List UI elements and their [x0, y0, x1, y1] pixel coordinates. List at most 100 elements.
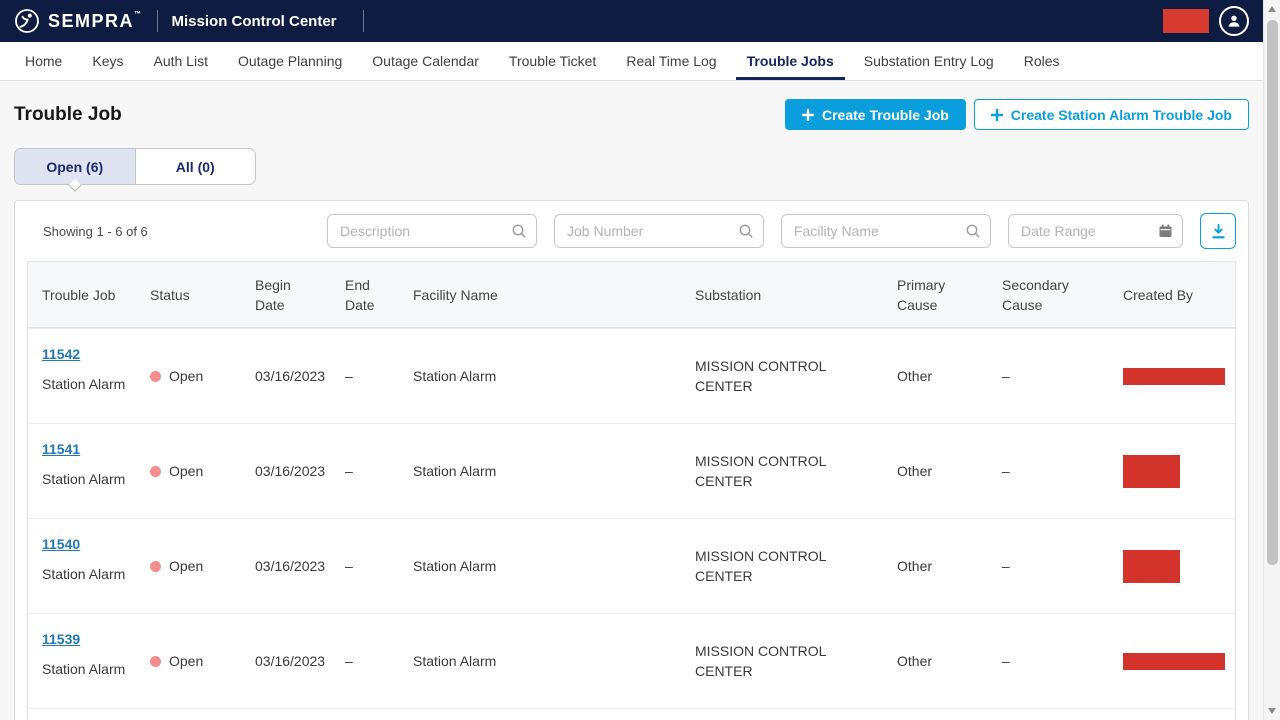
nav-item-outage-calendar[interactable]: Outage Calendar	[357, 42, 494, 80]
primary-cause-cell: Other	[883, 329, 988, 423]
page-title: Trouble Job	[14, 104, 122, 126]
status-open-dot	[150, 466, 161, 477]
secondary-cause-cell: –	[988, 614, 1109, 708]
primary-cause-cell: Other	[883, 519, 988, 613]
description-filter-input[interactable]	[327, 214, 537, 248]
create-station-alarm-trouble-job-button[interactable]: Create Station Alarm Trouble Job	[974, 99, 1249, 130]
trouble-job-description: Station Alarm	[42, 469, 125, 489]
status-label: Open	[169, 556, 203, 576]
trademark: ™	[134, 11, 143, 18]
user-icon	[1226, 13, 1242, 29]
status-open-dot	[150, 371, 161, 382]
begin-date-cell: 03/16/2023	[241, 614, 331, 708]
secondary-cause-cell: –	[988, 519, 1109, 613]
plus-icon	[991, 109, 1003, 121]
user-name-redacted	[1163, 9, 1209, 33]
sempra-logo: SEMPRA™	[14, 8, 143, 34]
table-row: 11540 Station Alarm Open 03/16/2023 – St…	[28, 518, 1235, 613]
trouble-job-link[interactable]: 11541	[42, 439, 80, 459]
results-count: Showing 1 - 6 of 6	[27, 224, 148, 239]
trouble-job-card: Showing 1 - 6 of 6	[14, 200, 1249, 720]
secondary-cause-cell: –	[988, 424, 1109, 518]
status-label: Open	[169, 366, 203, 386]
job-number-filter-input[interactable]	[554, 214, 764, 248]
page-scrollbar[interactable]	[1263, 0, 1280, 720]
nav-item-roles[interactable]: Roles	[1009, 42, 1075, 80]
scrollbar-down-arrow-icon[interactable]	[1268, 708, 1276, 714]
table-row: 11538 Station Alarm Open 03/16/2023 – St…	[28, 708, 1235, 720]
col-facility-name: Facility Name	[399, 262, 681, 327]
col-primary-cause: Primary Cause	[883, 262, 988, 327]
table-row: 11541 Station Alarm Open 03/16/2023 – St…	[28, 423, 1235, 518]
status-open-dot	[150, 656, 161, 667]
facility-name-filter-input[interactable]	[781, 214, 991, 248]
download-icon	[1210, 223, 1227, 240]
trouble-job-link[interactable]: 11542	[42, 344, 80, 364]
col-status: Status	[136, 262, 241, 327]
tab-all[interactable]: All (0)	[135, 149, 256, 184]
sempra-logo-icon	[14, 8, 40, 34]
view-tabs: Open (6) All (0)	[14, 148, 256, 185]
header-divider	[157, 10, 158, 32]
begin-date-cell: 03/16/2023	[241, 424, 331, 518]
nav-item-home[interactable]: Home	[10, 42, 77, 80]
begin-date-cell: 03/16/2023	[241, 519, 331, 613]
filter-toolbar: Showing 1 - 6 of 6	[27, 213, 1236, 249]
substation-cell: MISSION CONTROL CENTER	[681, 424, 883, 518]
header-divider	[363, 10, 364, 32]
nav-item-keys[interactable]: Keys	[77, 42, 138, 80]
trouble-job-description: Station Alarm	[42, 564, 125, 584]
status-label: Open	[169, 461, 203, 481]
page-content: Trouble Job Create Trouble Job Create St…	[0, 99, 1263, 720]
nav-item-outage-planning[interactable]: Outage Planning	[223, 42, 357, 80]
end-date-cell: –	[331, 614, 399, 708]
trouble-job-link[interactable]: 11539	[42, 629, 80, 649]
nav-item-trouble-ticket[interactable]: Trouble Ticket	[494, 42, 611, 80]
end-date-cell: –	[331, 329, 399, 423]
facility-name-cell: Station Alarm	[399, 329, 681, 423]
create-trouble-job-label: Create Trouble Job	[822, 107, 949, 123]
table-row: 11542 Station Alarm Open 03/16/2023 – St…	[28, 328, 1235, 423]
create-trouble-job-button[interactable]: Create Trouble Job	[785, 99, 966, 130]
search-icon	[965, 223, 981, 239]
trouble-job-link[interactable]: 11540	[42, 534, 80, 554]
primary-cause-cell: Other	[883, 424, 988, 518]
facility-name-cell: Station Alarm	[399, 519, 681, 613]
created-by-redacted	[1123, 550, 1180, 583]
begin-date-cell: 03/16/2023	[241, 329, 331, 423]
app-header: SEMPRA™ Mission Control Center	[0, 0, 1263, 42]
nav-item-real-time-log[interactable]: Real Time Log	[611, 42, 731, 80]
col-substation: Substation	[681, 262, 883, 327]
scrollbar-thumb[interactable]	[1267, 20, 1278, 565]
col-created-by: Created By	[1109, 262, 1238, 327]
search-icon	[511, 223, 527, 239]
search-icon	[738, 223, 754, 239]
nav-item-substation-entry-log[interactable]: Substation Entry Log	[849, 42, 1009, 80]
scrollbar-up-arrow-icon[interactable]	[1268, 6, 1276, 12]
trouble-jobs-table: Trouble Job Status Begin Date End Date F…	[27, 261, 1236, 720]
col-begin-date: Begin Date	[241, 262, 331, 327]
nav-item-trouble-jobs[interactable]: Trouble Jobs	[732, 42, 849, 80]
secondary-cause-cell: –	[988, 329, 1109, 423]
end-date-cell: –	[331, 709, 399, 720]
facility-name-cell: Station Alarm	[399, 709, 681, 720]
app-title: Mission Control Center	[172, 13, 337, 30]
created-by-redacted	[1123, 653, 1225, 670]
tab-all-label: All (0)	[176, 159, 215, 175]
trouble-job-description: Station Alarm	[42, 374, 125, 394]
plus-icon	[802, 109, 814, 121]
facility-name-cell: Station Alarm	[399, 614, 681, 708]
export-download-button[interactable]	[1200, 213, 1236, 249]
substation-cell: MISSION CONTROL CENTER	[681, 329, 883, 423]
table-row: 11539 Station Alarm Open 03/16/2023 – St…	[28, 613, 1235, 708]
begin-date-cell: 03/16/2023	[241, 709, 331, 720]
tab-open-label: Open (6)	[46, 159, 103, 175]
col-secondary-cause: Secondary Cause	[988, 262, 1109, 327]
brand-name: SEMPRA™	[48, 11, 143, 32]
date-range-filter-input[interactable]	[1008, 214, 1183, 248]
tab-open[interactable]: Open (6)	[15, 149, 135, 184]
nav-item-auth-list[interactable]: Auth List	[138, 42, 222, 80]
user-avatar-button[interactable]	[1219, 6, 1249, 36]
main-nav: Home Keys Auth List Outage Planning Outa…	[0, 42, 1263, 81]
primary-cause-cell: Other	[883, 709, 988, 720]
